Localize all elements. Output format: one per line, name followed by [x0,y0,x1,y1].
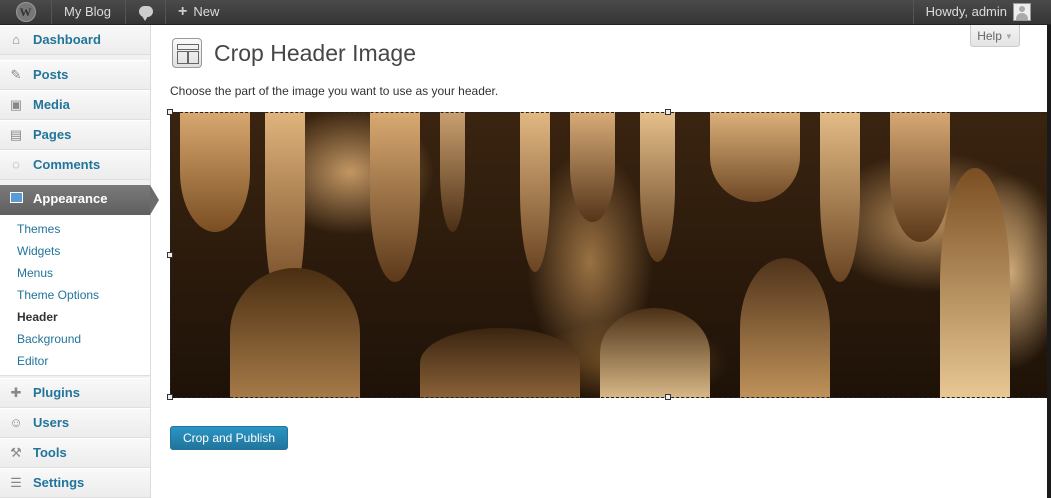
page-title: Crop Header Image [214,40,416,66]
comments-link[interactable] [126,0,166,24]
sidebar-item-label: Plugins [33,385,80,400]
submenu-item-background[interactable]: Background [17,329,81,349]
admin-sidebar: ⌂ Dashboard ✎ Posts ▣ Media ▤ Pages ◌ Co… [0,25,159,498]
appearance-icon [9,192,23,206]
plugins-icon: ✚ [10,385,22,400]
sidebar-item-settings[interactable]: ☰ Settings [0,468,150,498]
sidebar-item-dashboard[interactable]: ⌂ Dashboard [0,25,150,55]
help-tab[interactable]: Help ▼ [970,25,1020,47]
avatar [1013,2,1031,21]
site-name-label: My Blog [64,4,111,19]
crop-handle-nw[interactable] [167,109,173,115]
sidebar-item-comments[interactable]: ◌ Comments [0,150,150,180]
plus-icon: + [178,3,188,20]
comments-icon: ◌ [12,157,20,172]
sidebar-item-label: Pages [33,127,72,142]
sidebar-item-label: Posts [33,67,69,82]
window-edge [1047,25,1051,498]
sidebar-item-appearance[interactable]: Appearance [0,185,159,215]
submenu-item-themes[interactable]: Themes [17,219,60,239]
site-name-link[interactable]: My Blog [52,0,126,24]
crop-and-publish-button[interactable]: Crop and Publish [170,426,288,450]
users-icon: ☺ [9,415,23,430]
sidebar-item-label: Settings [33,475,85,490]
help-label: Help [977,29,1002,43]
sidebar-item-users[interactable]: ☺ Users [0,408,150,438]
pages-icon: ▤ [9,127,23,142]
sidebar-item-tools[interactable]: ⚒ Tools [0,438,150,468]
sidebar-item-media[interactable]: ▣ Media [0,90,150,120]
settings-icon: ☰ [10,475,22,490]
crop-handle-w[interactable] [167,252,173,258]
pin-icon: ✎ [10,67,22,82]
sidebar-item-pages[interactable]: ▤ Pages [0,120,150,150]
submenu-item-header[interactable]: Header [17,307,58,327]
sidebar-item-label: Tools [33,445,67,460]
submenu-item-theme-options[interactable]: Theme Options [17,285,99,305]
comment-bubble-icon [138,6,153,22]
account-menu[interactable]: Howdy, admin [912,0,1051,24]
new-label: New [193,4,220,19]
dashboard-icon: ⌂ [12,32,20,47]
sidebar-item-plugins[interactable]: ✚ Plugins [0,378,150,408]
howdy-label: Howdy, admin [925,4,1007,19]
appearance-submenu: Themes Widgets Menus Theme Options Heade… [0,215,150,376]
sidebar-item-label: Users [33,415,70,430]
sidebar-item-label: Comments [33,157,101,172]
sidebar-item-label: Media [33,97,70,112]
media-icon: ▣ [9,97,23,112]
sidebar-item-label: Appearance [33,191,108,206]
wordpress-logo-icon: W [15,1,36,22]
submenu-item-editor[interactable]: Editor [17,351,48,371]
chevron-down-icon: ▼ [1004,31,1013,41]
submenu-item-menus[interactable]: Menus [17,263,53,283]
tools-icon: ⚒ [10,445,22,460]
sidebar-item-label: Dashboard [33,32,101,47]
crop-selection[interactable] [170,112,1050,398]
themes-page-icon [172,38,202,68]
sidebar-item-posts[interactable]: ✎ Posts [0,60,150,90]
crop-handle-s[interactable] [665,394,671,400]
wordpress-logo-menu[interactable]: W [0,0,52,24]
submenu-item-widgets[interactable]: Widgets [17,241,60,261]
admin-bar: W My Blog + New Howdy, admin [0,0,1051,25]
crop-instructions: Choose the part of the image you want to… [170,84,499,98]
new-content-menu[interactable]: + New [166,0,246,24]
crop-handle-n[interactable] [665,109,671,115]
crop-handle-sw[interactable] [167,394,173,400]
